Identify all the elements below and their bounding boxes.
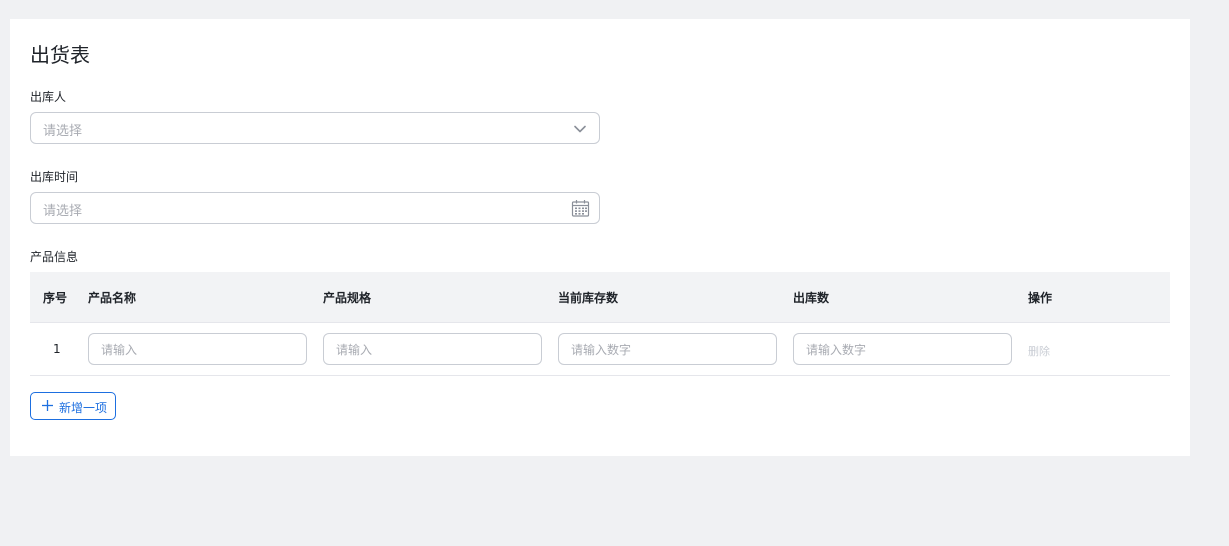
current-stock-input[interactable]: 请输入数字 bbox=[558, 333, 777, 365]
column-header-stock: 当前库存数 bbox=[558, 291, 619, 305]
products-label: 产品信息 bbox=[30, 250, 79, 264]
product-spec-placeholder: 请输入 bbox=[336, 343, 373, 357]
column-header-outbound: 出库数 bbox=[793, 291, 830, 305]
page-title: 出货表 bbox=[30, 43, 90, 67]
column-header-index: 序号 bbox=[43, 291, 68, 305]
date-picker[interactable]: 请选择 bbox=[30, 192, 600, 224]
date-placeholder: 请选择 bbox=[43, 204, 83, 219]
product-name-placeholder: 请输入 bbox=[101, 343, 138, 357]
operator-label: 出库人 bbox=[30, 90, 67, 104]
operator-placeholder: 请选择 bbox=[43, 124, 83, 139]
product-name-input[interactable]: 请输入 bbox=[88, 333, 307, 365]
row-index: 1 bbox=[53, 342, 61, 356]
column-header-action: 操作 bbox=[1028, 291, 1053, 305]
operator-select[interactable]: 请选择 bbox=[30, 112, 600, 144]
outbound-qty-input[interactable]: 请输入数字 bbox=[793, 333, 1012, 365]
plus-icon bbox=[42, 400, 53, 411]
date-label: 出库时间 bbox=[30, 170, 79, 184]
delete-row-link[interactable]: 删除 bbox=[1028, 343, 1050, 359]
product-spec-input[interactable]: 请输入 bbox=[323, 333, 542, 365]
table-header: 序号 产品名称 产品规格 当前库存数 出库数 操作 bbox=[30, 272, 1170, 323]
calendar-icon bbox=[571, 200, 590, 217]
chevron-down-icon bbox=[574, 125, 586, 133]
column-header-spec: 产品规格 bbox=[323, 291, 372, 305]
column-header-name: 产品名称 bbox=[88, 291, 137, 305]
product-table: 序号 产品名称 产品规格 当前库存数 出库数 操作 1 请输入 请输入 请输入数… bbox=[30, 272, 1170, 376]
add-item-label: 新增一项 bbox=[59, 401, 108, 415]
add-item-button[interactable]: 新增一项 bbox=[30, 392, 116, 420]
form-card: 出货表 出库人 请选择 出库时间 请选择 产品信息 序号 产品名称 产品规格 当… bbox=[10, 19, 1190, 456]
outbound-qty-placeholder: 请输入数字 bbox=[806, 343, 867, 357]
current-stock-placeholder: 请输入数字 bbox=[571, 343, 632, 357]
table-row: 1 请输入 请输入 请输入数字 请输入数字 删除 bbox=[30, 323, 1170, 376]
